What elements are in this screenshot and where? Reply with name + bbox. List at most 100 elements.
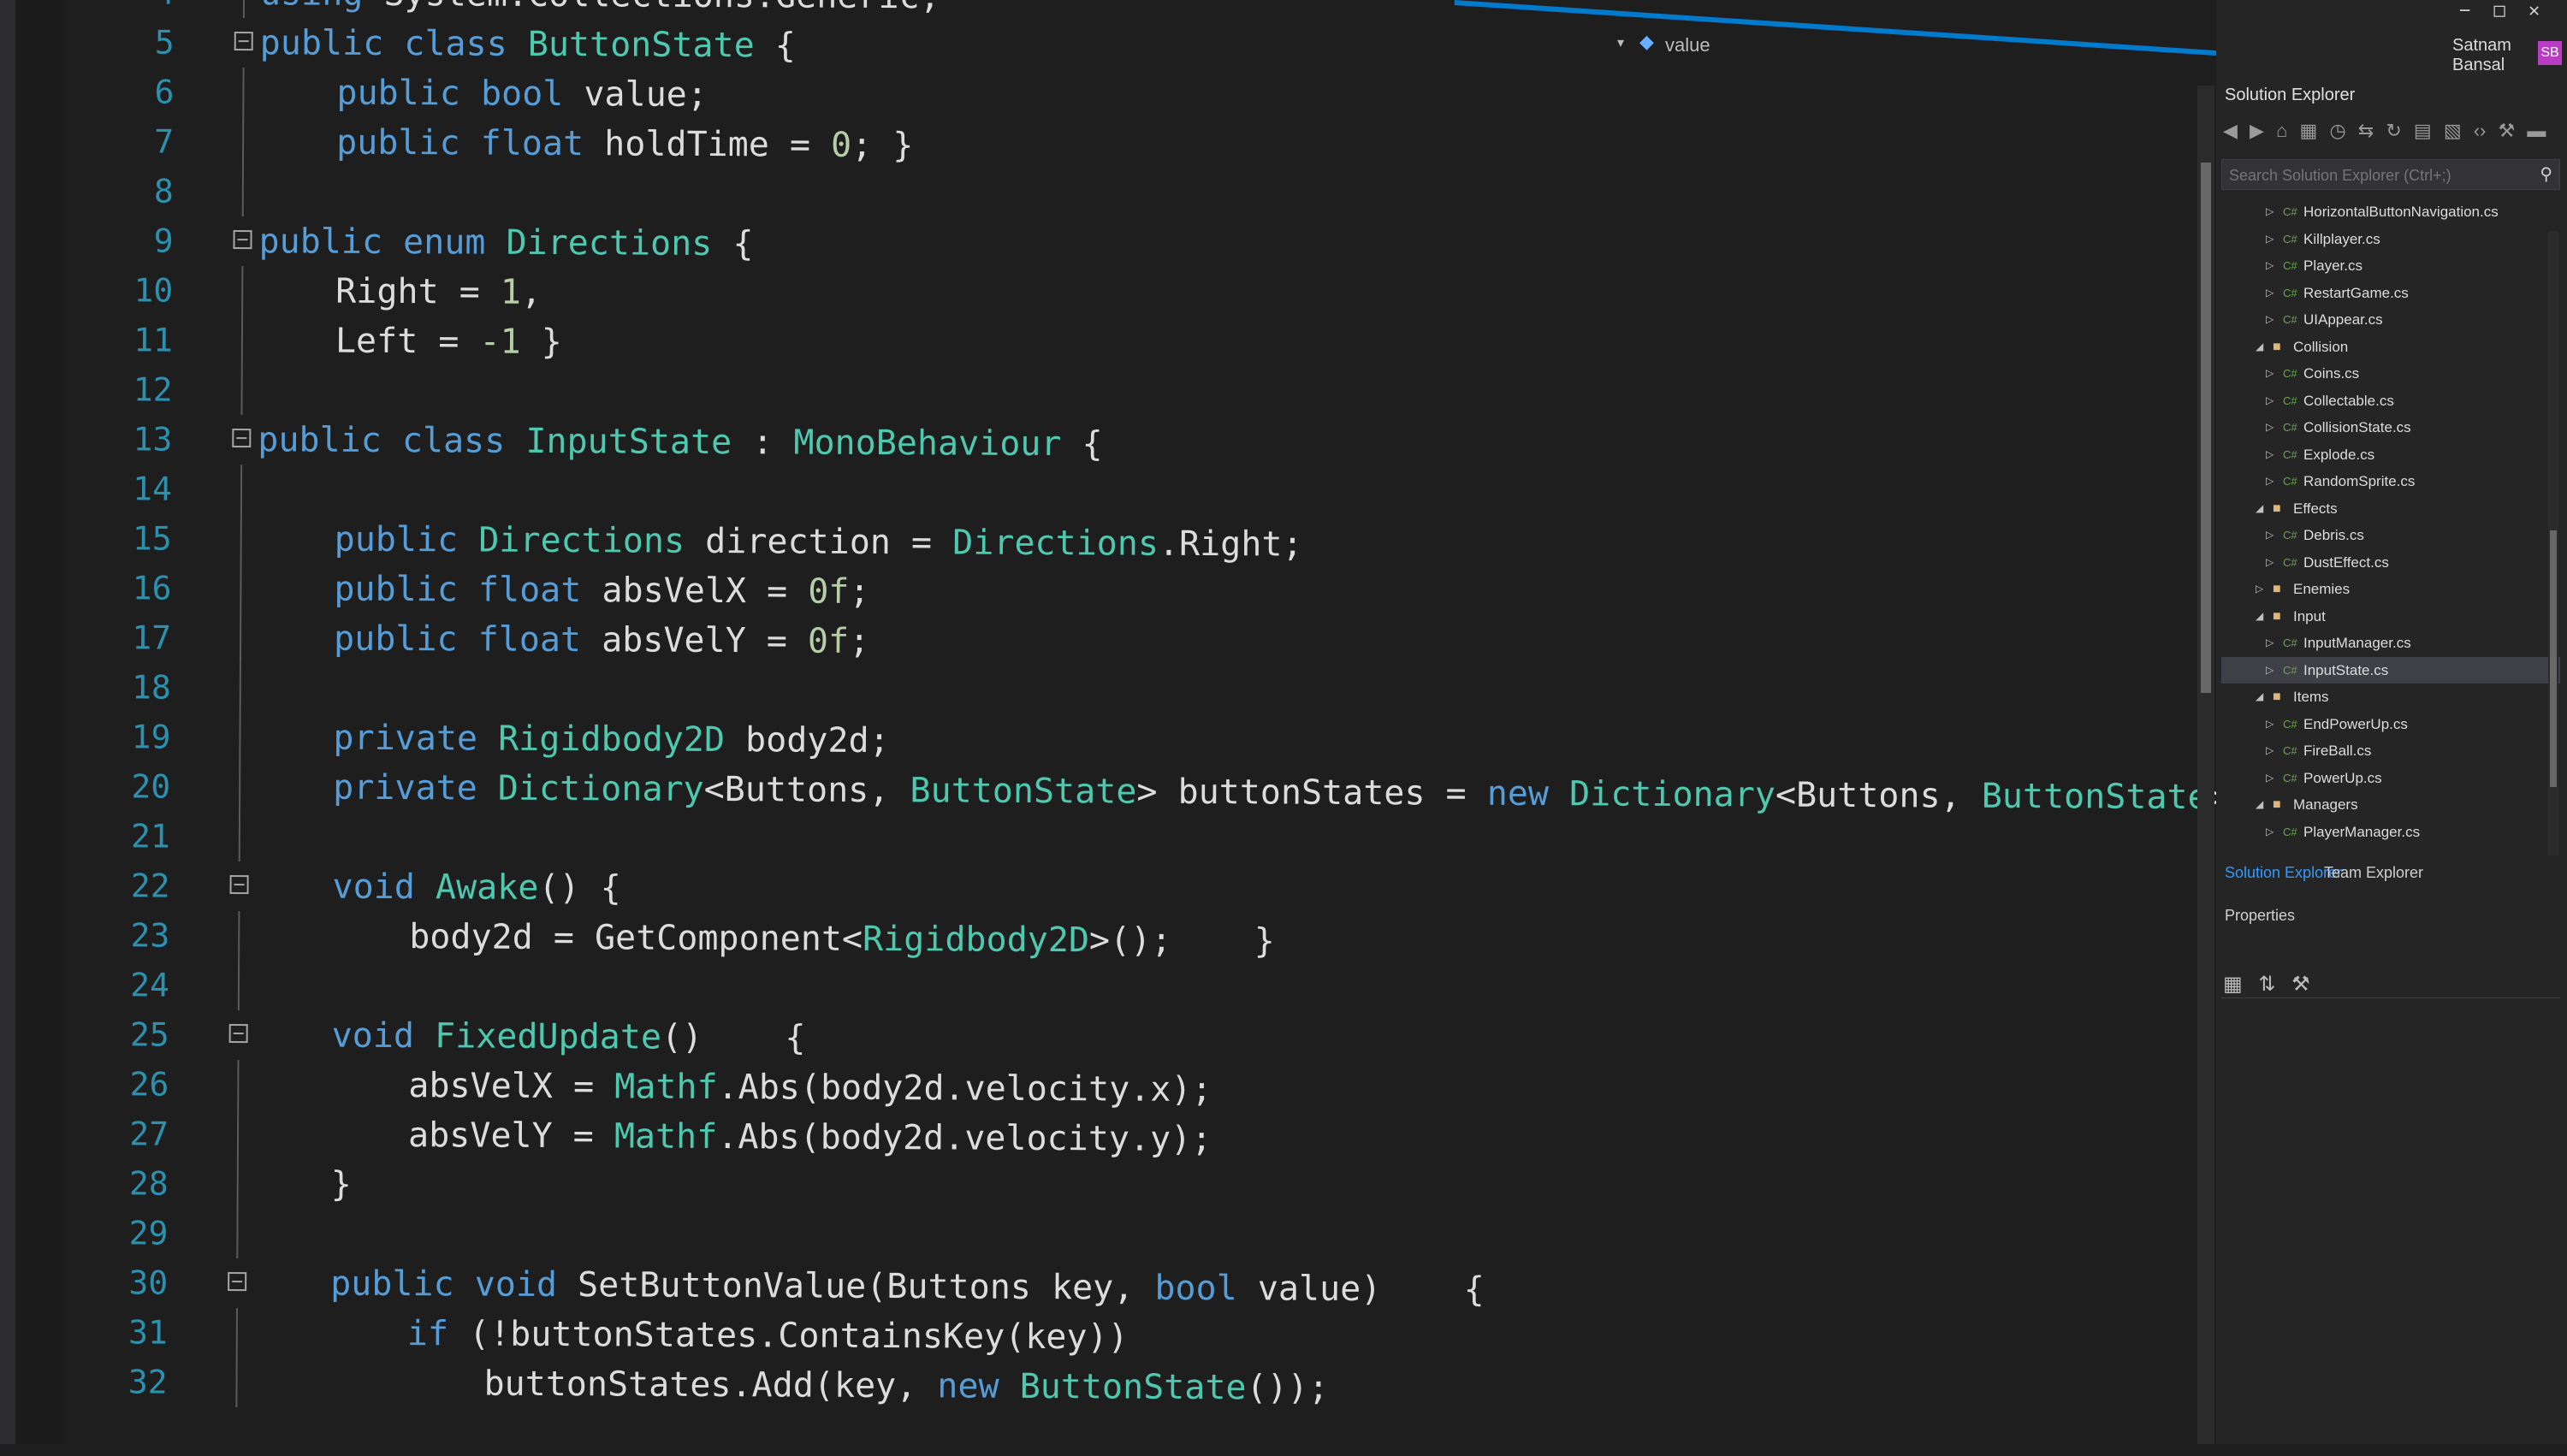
code-text[interactable]: public float absVelX = 0f; [334, 565, 869, 617]
code-text[interactable]: public bool value; [336, 68, 708, 120]
collapsed-arrow-icon[interactable]: ▷ [2266, 252, 2274, 279]
tree-file-item[interactable]: ▷ C# Collectable.cs [2221, 388, 2560, 415]
tree-file-item[interactable]: ▷ C# DustEffect.cs [2221, 549, 2560, 577]
back-icon[interactable]: ◀ [2223, 120, 2238, 142]
collapsed-arrow-icon[interactable]: ▷ [2266, 280, 2274, 306]
code-text[interactable]: public float holdTime = 0; } [336, 118, 914, 171]
code-text[interactable]: void FixedUpdate() { [332, 1011, 806, 1063]
tree-folder-item[interactable]: ◢ ■ Managers [2221, 791, 2560, 819]
properties-wrench-icon[interactable]: ⚒ [2499, 120, 2516, 142]
code-line[interactable]: 32 buttonStates.Add(key, new ButtonState(… [56, 1357, 2109, 1418]
tree-file-item[interactable]: ▷ C# Coins.cs [2221, 360, 2560, 388]
expanded-arrow-icon[interactable]: ◢ [2256, 495, 2263, 522]
collapsed-arrow-icon[interactable]: ▷ [2266, 360, 2274, 387]
collapsed-arrow-icon[interactable]: ▷ [2266, 657, 2274, 684]
tree-file-item[interactable]: ▷ C# RandomSprite.cs [2221, 468, 2560, 495]
tree-folder-item[interactable]: ▷ ■ Enemies [2221, 576, 2560, 603]
collapse-region-icon[interactable] [228, 1024, 248, 1044]
tree-folder-item[interactable]: ◢ ■ Items [2221, 684, 2560, 711]
tab-team-explorer[interactable]: Team Explorer [2324, 864, 2423, 882]
preview-icon[interactable]: ▬ [2527, 120, 2546, 142]
tree-file-item[interactable]: ▷ C# HorizontalButtonNavigation.cs [2221, 198, 2560, 226]
collapse-region-icon[interactable] [228, 1272, 247, 1292]
expanded-arrow-icon[interactable]: ◢ [2256, 791, 2263, 818]
expanded-arrow-icon[interactable]: ◢ [2256, 684, 2263, 710]
collapsed-arrow-icon[interactable]: ▷ [2266, 468, 2274, 494]
collapsed-arrow-icon[interactable]: ▷ [2266, 630, 2274, 656]
code-text[interactable]: absVelY = Mathf.Abs(body2d.velocity.y); [408, 1110, 1212, 1164]
categorized-icon[interactable]: ▦ [2223, 973, 2243, 996]
show-all-files-icon[interactable]: ▧ [2444, 120, 2462, 142]
collapsed-arrow-icon[interactable]: ▷ [2266, 522, 2274, 548]
collapse-region-icon[interactable] [229, 875, 249, 895]
maximize-icon[interactable]: □ [2494, 0, 2505, 21]
tree-file-item[interactable]: ▷ C# InputState.cs [2221, 656, 2560, 684]
collapsed-arrow-icon[interactable]: ▷ [2266, 737, 2274, 764]
tree-file-item[interactable]: ▷ C# PlayerManager.cs [2221, 819, 2560, 846]
switch-views-icon[interactable]: ▦ [2300, 120, 2318, 142]
code-text[interactable]: public Directions direction = Directions… [335, 515, 1303, 570]
collapsed-arrow-icon[interactable]: ▷ [2266, 198, 2274, 225]
sync-icon[interactable]: ⇆ [2358, 120, 2374, 142]
collapsed-arrow-icon[interactable]: ▷ [2266, 414, 2274, 441]
collapsed-arrow-icon[interactable]: ▷ [2256, 576, 2263, 602]
code-text[interactable]: public class InputState : MonoBehaviour … [258, 415, 1103, 469]
code-text[interactable]: absVelX = Mathf.Abs(body2d.velocity.x); [408, 1061, 1212, 1115]
chevron-down-icon[interactable]: ▾ [1617, 34, 1624, 51]
code-text[interactable]: Right = 1, [335, 267, 542, 317]
code-text[interactable]: private Rigidbody2D body2d; [333, 713, 890, 766]
user-avatar[interactable]: SB [2538, 41, 2562, 65]
code-text[interactable]: Left = -1 } [335, 317, 562, 367]
tree-file-item[interactable]: ▷ C# CollisionState.cs [2221, 414, 2560, 441]
collapse-region-icon[interactable] [234, 32, 253, 51]
tree-folder-item[interactable]: ◢ ■ Collision [2221, 334, 2560, 361]
code-text[interactable]: buttonStates.Add(key, new ButtonState())… [483, 1359, 1329, 1413]
tree-folder-item[interactable]: ◢ ■ Effects [2221, 495, 2560, 523]
code-text[interactable]: void Awake() { [332, 862, 620, 914]
collapsed-arrow-icon[interactable]: ▷ [2266, 226, 2274, 252]
tree-file-item[interactable]: ▷ C# Debris.cs [2221, 522, 2560, 549]
tree-file-item[interactable]: ▷ C# UIAppear.cs [2221, 306, 2560, 334]
search-icon[interactable]: ⚲ [2540, 163, 2552, 184]
alphabetical-icon[interactable]: ⇅ [2258, 973, 2275, 996]
search-input[interactable] [2222, 160, 2522, 191]
collapsed-arrow-icon[interactable]: ▷ [2266, 819, 2274, 845]
code-editor[interactable]: 4 using System.Collections.Generic; 5 publi… [56, 0, 2291, 1455]
collapsed-arrow-icon[interactable]: ▷ [2266, 765, 2274, 791]
collapsed-arrow-icon[interactable]: ▷ [2266, 388, 2274, 414]
solution-explorer-search[interactable]: ⚲ [2221, 159, 2560, 191]
collapse-region-icon[interactable] [233, 230, 252, 250]
member-navigation-dropdown[interactable]: ▾ ◆ value [1617, 26, 2216, 68]
history-icon[interactable]: ◷ [2329, 120, 2345, 142]
refresh-icon[interactable]: ↻ [2386, 120, 2401, 142]
collapsed-arrow-icon[interactable]: ▷ [2266, 549, 2274, 576]
tree-file-item[interactable]: ▷ C# Killplayer.cs [2221, 226, 2560, 253]
minimize-icon[interactable]: − [2459, 0, 2470, 21]
tree-scroll-thumb[interactable] [2550, 530, 2557, 787]
collapse-region-icon[interactable] [232, 429, 252, 448]
view-code-icon[interactable]: ‹› [2474, 120, 2487, 142]
expanded-arrow-icon[interactable]: ◢ [2256, 334, 2263, 360]
expanded-arrow-icon[interactable]: ◢ [2256, 603, 2263, 630]
solution-tree[interactable]: ▷ C# HorizontalButtonNavigation.cs ▷ C# Killp… [2221, 198, 2560, 857]
tree-file-item[interactable]: ▷ C# InputManager.cs [2221, 630, 2560, 657]
tree-file-item[interactable]: ▷ C# Explode.cs [2221, 441, 2560, 469]
tree-folder-item[interactable]: ◢ ■ Input [2221, 603, 2560, 630]
tree-file-item[interactable]: ▷ C# Player.cs [2221, 252, 2560, 280]
tree-file-item[interactable]: ▷ C# FireBall.cs [2221, 737, 2560, 765]
tree-file-item[interactable]: ▷ C# PowerUp.cs [2221, 765, 2560, 792]
editor-scroll-thumb[interactable] [2201, 163, 2211, 693]
property-pages-icon[interactable]: ⚒ [2291, 973, 2310, 996]
collapse-all-icon[interactable]: ▤ [2414, 120, 2432, 142]
tree-file-item[interactable]: ▷ C# EndPowerUp.cs [2221, 711, 2560, 738]
code-text[interactable]: if (!buttonStates.ContainsKey(key)) [407, 1309, 1129, 1362]
close-icon[interactable]: ✕ [2528, 0, 2540, 21]
forward-icon[interactable]: ▶ [2250, 120, 2264, 142]
code-text[interactable]: body2d = GetComponent<Rigidbody2D>(); } [409, 912, 1275, 966]
collapsed-arrow-icon[interactable]: ▷ [2266, 441, 2274, 468]
collapsed-arrow-icon[interactable]: ▷ [2266, 711, 2274, 737]
tree-file-item[interactable]: ▷ C# RestartGame.cs [2221, 280, 2560, 307]
code-text[interactable]: public void SetButtonValue(Buttons key, … [330, 1259, 1485, 1315]
home-icon[interactable]: ⌂ [2276, 120, 2287, 142]
collapsed-arrow-icon[interactable]: ▷ [2266, 306, 2274, 333]
